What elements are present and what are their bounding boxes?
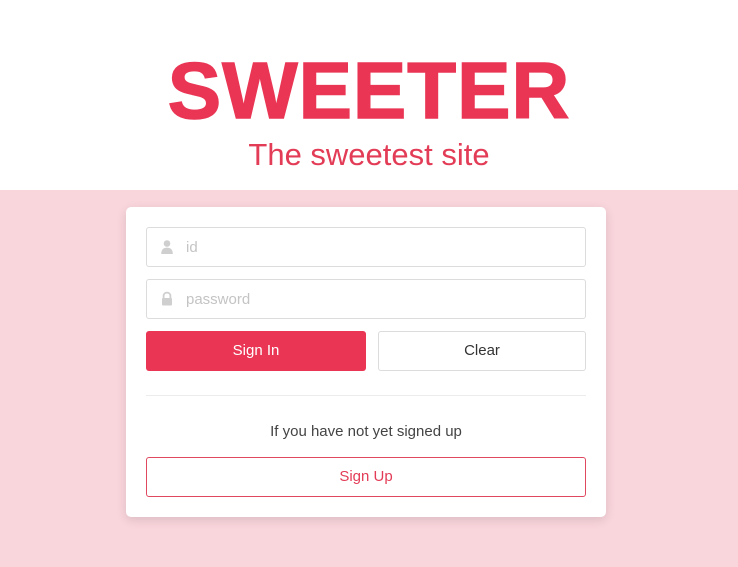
login-card: Sign In Clear If you have not yet signed… [126, 207, 606, 517]
password-input[interactable] [186, 280, 576, 318]
password-field[interactable] [146, 279, 586, 319]
clear-button[interactable]: Clear [378, 331, 586, 371]
id-input[interactable] [186, 228, 576, 266]
signup-prompt: If you have not yet signed up [270, 423, 462, 440]
id-field[interactable] [146, 227, 586, 267]
lock-icon [159, 291, 175, 307]
sign-up-button[interactable]: Sign Up [146, 457, 586, 497]
user-icon [159, 239, 175, 255]
sign-in-button[interactable]: Sign In [146, 331, 366, 371]
divider [146, 395, 586, 396]
header: SWEETER The sweetest site [0, 0, 738, 190]
site-logo: SWEETER [167, 45, 571, 136]
site-tagline: The sweetest site [248, 137, 490, 172]
